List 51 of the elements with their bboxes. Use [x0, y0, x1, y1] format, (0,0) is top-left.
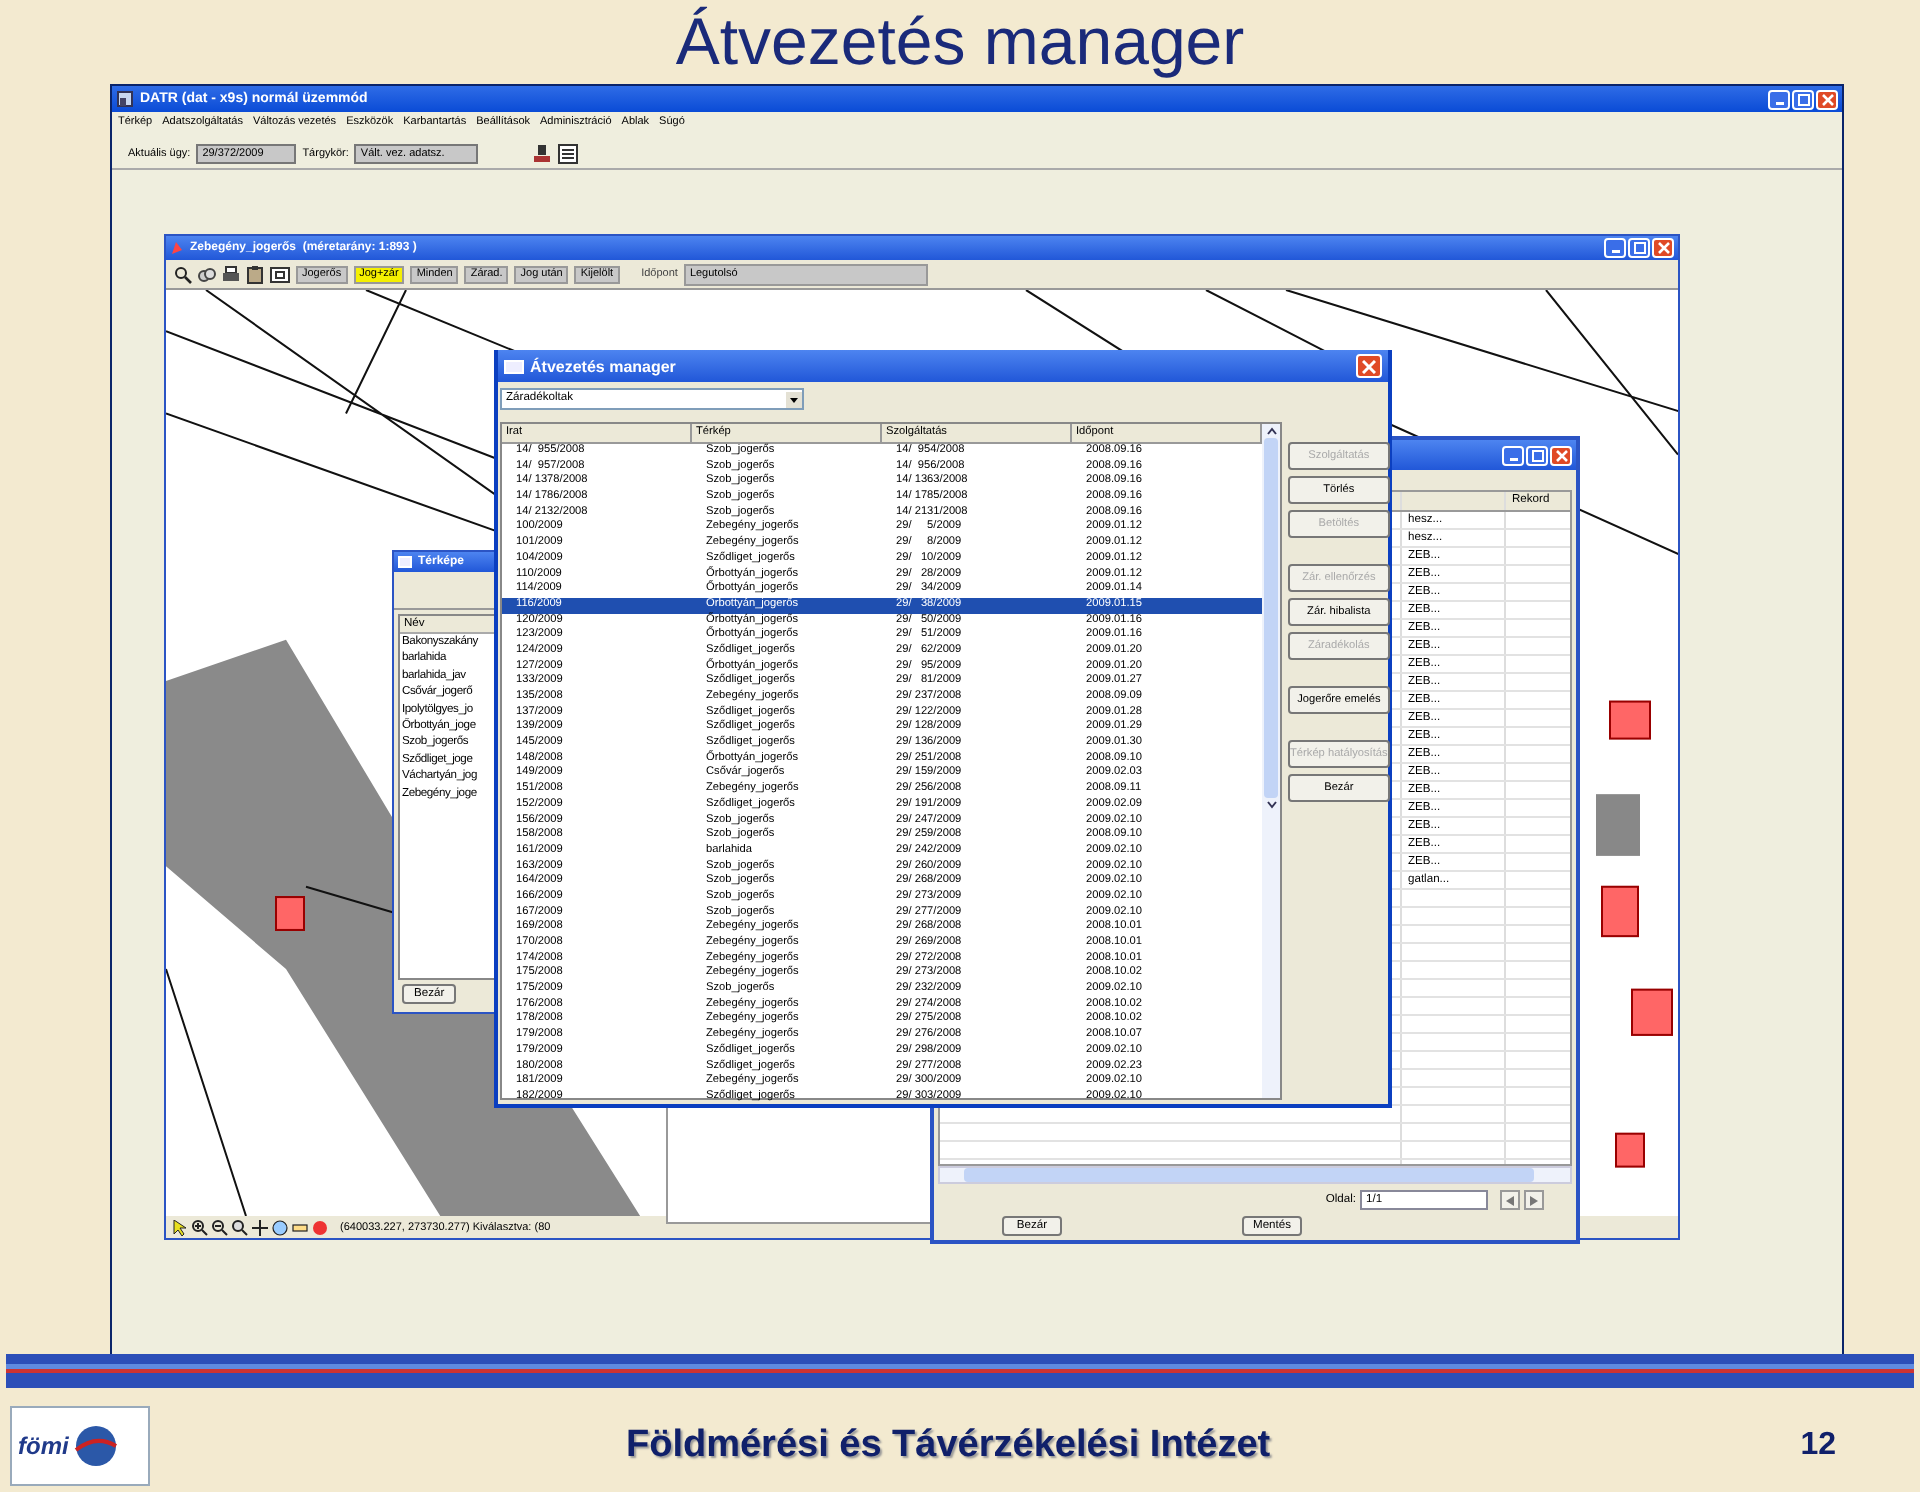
vertical-scrollbar[interactable]: [1262, 424, 1280, 1098]
zoom-box-icon[interactable]: [232, 1219, 248, 1235]
dialog-title: Átvezetés manager: [530, 357, 676, 375]
scroll-up-icon[interactable]: [1263, 424, 1279, 438]
zoom-in-icon[interactable]: [192, 1219, 208, 1235]
scroll-down-icon[interactable]: [1263, 798, 1279, 812]
right-triangle-icon: [1530, 1195, 1538, 1205]
pointer-icon[interactable]: [172, 1219, 188, 1235]
close-button[interactable]: [1550, 445, 1572, 465]
app-icon: [116, 90, 134, 108]
previous-button[interactable]: [1500, 1190, 1520, 1210]
maximize-icon: [1797, 93, 1809, 105]
printer-icon[interactable]: [222, 265, 240, 283]
minimize-button[interactable]: [1768, 89, 1790, 109]
frame-icon[interactable]: [270, 265, 290, 283]
maximize-icon: [1633, 242, 1645, 254]
page-number: 12: [1800, 1428, 1836, 1464]
horizontal-scrollbar[interactable]: [938, 1166, 1572, 1184]
maximize-button[interactable]: [1526, 445, 1548, 465]
zoom-out-icon[interactable]: [212, 1219, 228, 1235]
close-icon: [1362, 359, 1376, 373]
minimize-button[interactable]: [1502, 445, 1524, 465]
close-button[interactable]: [1816, 89, 1838, 109]
logo: fömi: [10, 1406, 150, 1486]
dropdown-arrow-icon: [786, 391, 802, 407]
clipboard-icon[interactable]: [246, 265, 264, 283]
ruler-icon[interactable]: [292, 1219, 308, 1235]
close-button[interactable]: [1356, 354, 1382, 378]
info-icon[interactable]: [312, 1219, 328, 1235]
window-icon: [398, 556, 412, 568]
maximize-icon: [1531, 449, 1543, 461]
close-icon: [1657, 242, 1669, 254]
close-button[interactable]: [1652, 238, 1674, 258]
next-button[interactable]: [1524, 1190, 1544, 1210]
close-icon: [1555, 449, 1567, 461]
footer-title: Földmérési és Távérzékelési Intézet: [626, 1424, 1271, 1468]
search-icon[interactable]: [174, 265, 192, 283]
maximize-button[interactable]: [1792, 89, 1814, 109]
globe-icon[interactable]: [272, 1219, 288, 1235]
list-icon[interactable]: [558, 143, 579, 163]
minimize-button[interactable]: [1604, 238, 1626, 258]
stamp-icon[interactable]: [532, 143, 553, 163]
map-window-icon: [170, 240, 184, 256]
window-icon: [504, 359, 524, 373]
logo-swoosh-icon: [72, 1422, 121, 1470]
cloud-icon[interactable]: [198, 265, 216, 283]
close-icon: [1821, 93, 1833, 105]
slide-title: Átvezetés manager: [673, 2, 1247, 82]
left-triangle-icon: [1506, 1195, 1514, 1205]
move-icon[interactable]: [252, 1219, 268, 1235]
maximize-button[interactable]: [1628, 238, 1650, 258]
